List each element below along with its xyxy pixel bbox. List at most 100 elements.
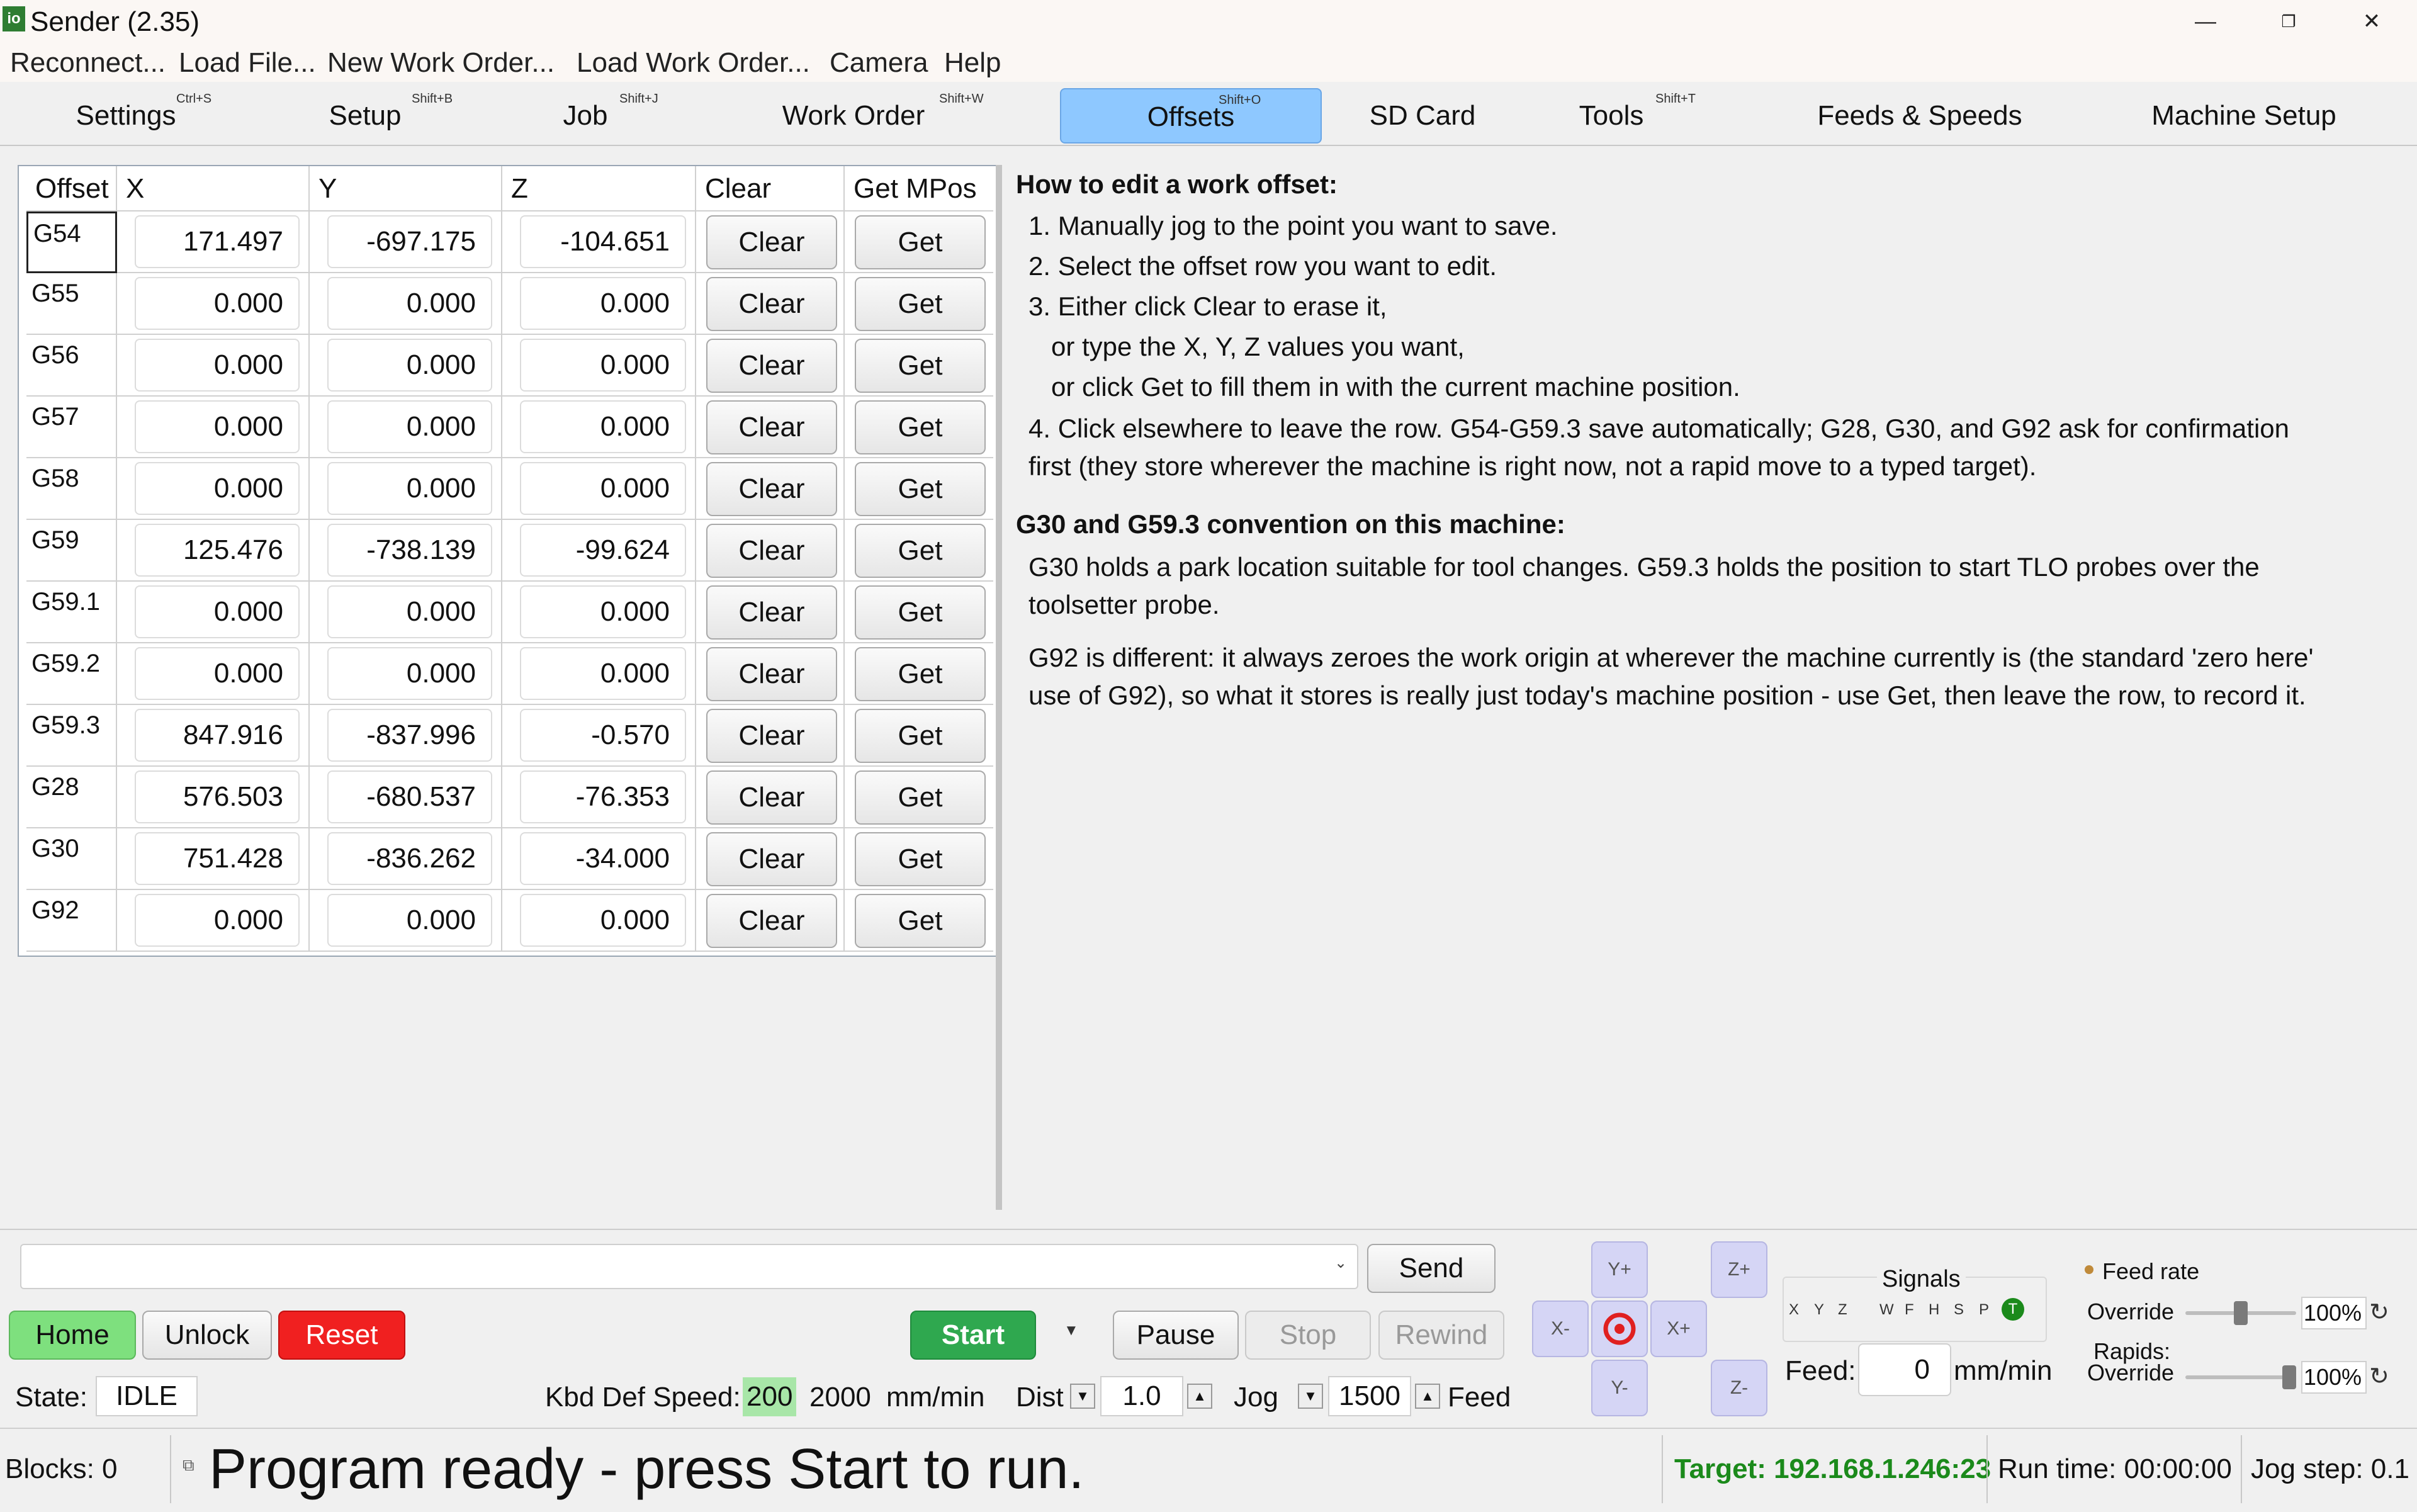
offset-x-input[interactable]: 576.503	[135, 770, 300, 823]
get-button[interactable]: Get	[855, 462, 986, 516]
offset-z-input[interactable]: 0.000	[520, 339, 686, 392]
get-button[interactable]: Get	[855, 894, 986, 948]
dist-decrease-button[interactable]: ▼	[1070, 1384, 1095, 1409]
menu-help[interactable]: Help	[944, 45, 1001, 81]
get-button[interactable]: Get	[855, 770, 986, 825]
offset-y-input[interactable]: 0.000	[327, 894, 492, 947]
clear-button[interactable]: Clear	[706, 524, 837, 578]
get-button[interactable]: Get	[855, 215, 986, 269]
offset-y-input[interactable]: -738.139	[327, 524, 492, 577]
offset-z-input[interactable]: -34.000	[520, 832, 686, 885]
offset-z-input[interactable]: -104.651	[520, 215, 686, 268]
jog-y-plus-button[interactable]: Y+	[1591, 1241, 1648, 1298]
get-button[interactable]: Get	[855, 647, 986, 701]
offset-y-input[interactable]: 0.000	[327, 339, 492, 392]
menu-load-work-order[interactable]: Load Work Order...	[577, 45, 810, 81]
copy-icon[interactable]: ⧉	[183, 1455, 194, 1475]
offset-x-input[interactable]: 0.000	[135, 462, 300, 515]
offset-z-input[interactable]: 0.000	[520, 585, 686, 638]
stop-button[interactable]: Stop	[1245, 1311, 1371, 1360]
offset-x-input[interactable]: 0.000	[135, 277, 300, 330]
clear-button[interactable]: Clear	[706, 894, 837, 948]
jog-z-plus-button[interactable]: Z+	[1711, 1241, 1767, 1298]
offset-y-input[interactable]: -836.262	[327, 832, 492, 885]
offset-z-input[interactable]: 0.000	[520, 462, 686, 515]
offset-x-input[interactable]: 0.000	[135, 585, 300, 638]
dist-increase-button[interactable]: ▲	[1187, 1384, 1212, 1409]
pause-button[interactable]: Pause	[1113, 1311, 1239, 1360]
reset-feed-override-icon[interactable]: ↻	[2369, 1297, 2389, 1328]
offset-y-input[interactable]: -680.537	[327, 770, 492, 823]
offset-x-input[interactable]: 125.476	[135, 524, 300, 577]
offset-y-input[interactable]: -697.175	[327, 215, 492, 268]
offset-z-input[interactable]: 0.000	[520, 400, 686, 453]
tab-work-order[interactable]: Work Order Shift+W	[753, 88, 984, 144]
offset-y-input[interactable]: 0.000	[327, 585, 492, 638]
get-button[interactable]: Get	[855, 400, 986, 454]
feed-override-value[interactable]: 100%	[2301, 1297, 2367, 1329]
offset-y-input[interactable]: 0.000	[327, 277, 492, 330]
offset-y-input[interactable]: 0.000	[327, 400, 492, 453]
tab-settings[interactable]: Settings Ctrl+S	[25, 88, 227, 144]
reset-rapids-override-icon[interactable]: ↻	[2369, 1361, 2389, 1392]
clear-button[interactable]: Clear	[706, 770, 837, 825]
jog-y-minus-button[interactable]: Y-	[1591, 1360, 1648, 1416]
send-button[interactable]: Send	[1367, 1244, 1496, 1293]
clear-button[interactable]: Clear	[706, 585, 837, 640]
offset-x-input[interactable]: 847.916	[135, 709, 300, 762]
clear-button[interactable]: Clear	[706, 462, 837, 516]
offset-x-input[interactable]: 0.000	[135, 400, 300, 453]
rapids-override-slider[interactable]	[2185, 1365, 2296, 1390]
clear-button[interactable]: Clear	[706, 277, 837, 331]
menu-camera[interactable]: Camera	[830, 45, 928, 81]
command-input[interactable]	[20, 1244, 1358, 1289]
start-dropdown-icon[interactable]: ▼	[1064, 1322, 1079, 1340]
offset-x-input[interactable]: 751.428	[135, 832, 300, 885]
unlock-button[interactable]: Unlock	[142, 1311, 272, 1360]
restore-button[interactable]: ❐	[2263, 4, 2314, 39]
jog-feed-increase-button[interactable]: ▲	[1415, 1384, 1440, 1409]
slider-knob[interactable]	[2282, 1365, 2296, 1389]
jog-x-plus-button[interactable]: X+	[1650, 1300, 1707, 1357]
offset-x-input[interactable]: 171.497	[135, 215, 300, 268]
reset-button[interactable]: Reset	[278, 1311, 405, 1360]
offset-z-input[interactable]: -99.624	[520, 524, 686, 577]
kbd-speed-value[interactable]: 200	[743, 1377, 797, 1416]
offset-z-input[interactable]: 0.000	[520, 894, 686, 947]
get-button[interactable]: Get	[855, 524, 986, 578]
offset-y-input[interactable]: 0.000	[327, 462, 492, 515]
clear-button[interactable]: Clear	[706, 339, 837, 393]
tab-machine-setup[interactable]: Machine Setup	[2115, 88, 2373, 144]
tab-job[interactable]: Job Shift+J	[491, 88, 680, 144]
clear-button[interactable]: Clear	[706, 709, 837, 763]
get-button[interactable]: Get	[855, 585, 986, 640]
panel-splitter[interactable]	[996, 165, 1002, 1210]
feed-override-slider[interactable]	[2185, 1300, 2296, 1326]
jog-feed-decrease-button[interactable]: ▼	[1298, 1384, 1323, 1409]
get-button[interactable]: Get	[855, 277, 986, 331]
jog-z-minus-button[interactable]: Z-	[1711, 1360, 1767, 1416]
menu-reconnect[interactable]: Reconnect...	[10, 45, 166, 81]
offset-y-input[interactable]: 0.000	[327, 647, 492, 700]
jog-x-minus-button[interactable]: X-	[1532, 1300, 1589, 1357]
clear-button[interactable]: Clear	[706, 647, 837, 701]
get-button[interactable]: Get	[855, 832, 986, 886]
clear-button[interactable]: Clear	[706, 400, 837, 454]
home-button[interactable]: Home	[9, 1311, 136, 1360]
offset-y-input[interactable]: -837.996	[327, 709, 492, 762]
tab-sd-card[interactable]: SD Card	[1322, 88, 1523, 144]
tab-setup[interactable]: Setup Shift+B	[264, 88, 466, 144]
menu-load-file[interactable]: Load File...	[179, 45, 316, 81]
jog-center-target-icon[interactable]	[1591, 1300, 1648, 1357]
menu-new-work-order[interactable]: New Work Order...	[327, 45, 555, 81]
offset-z-input[interactable]: -0.570	[520, 709, 686, 762]
start-button[interactable]: Start	[910, 1311, 1036, 1360]
jog-feed-input[interactable]: 1500	[1328, 1376, 1411, 1416]
minimize-button[interactable]: —	[2180, 4, 2231, 39]
clear-button[interactable]: Clear	[706, 832, 837, 886]
tab-offsets[interactable]: Offsets Shift+O	[1060, 88, 1322, 144]
dist-input[interactable]: 1.0	[1100, 1376, 1183, 1416]
offset-x-input[interactable]: 0.000	[135, 339, 300, 392]
rapids-override-value[interactable]: 100%	[2301, 1361, 2367, 1394]
chevron-down-icon[interactable]: ⌄	[1334, 1254, 1347, 1272]
